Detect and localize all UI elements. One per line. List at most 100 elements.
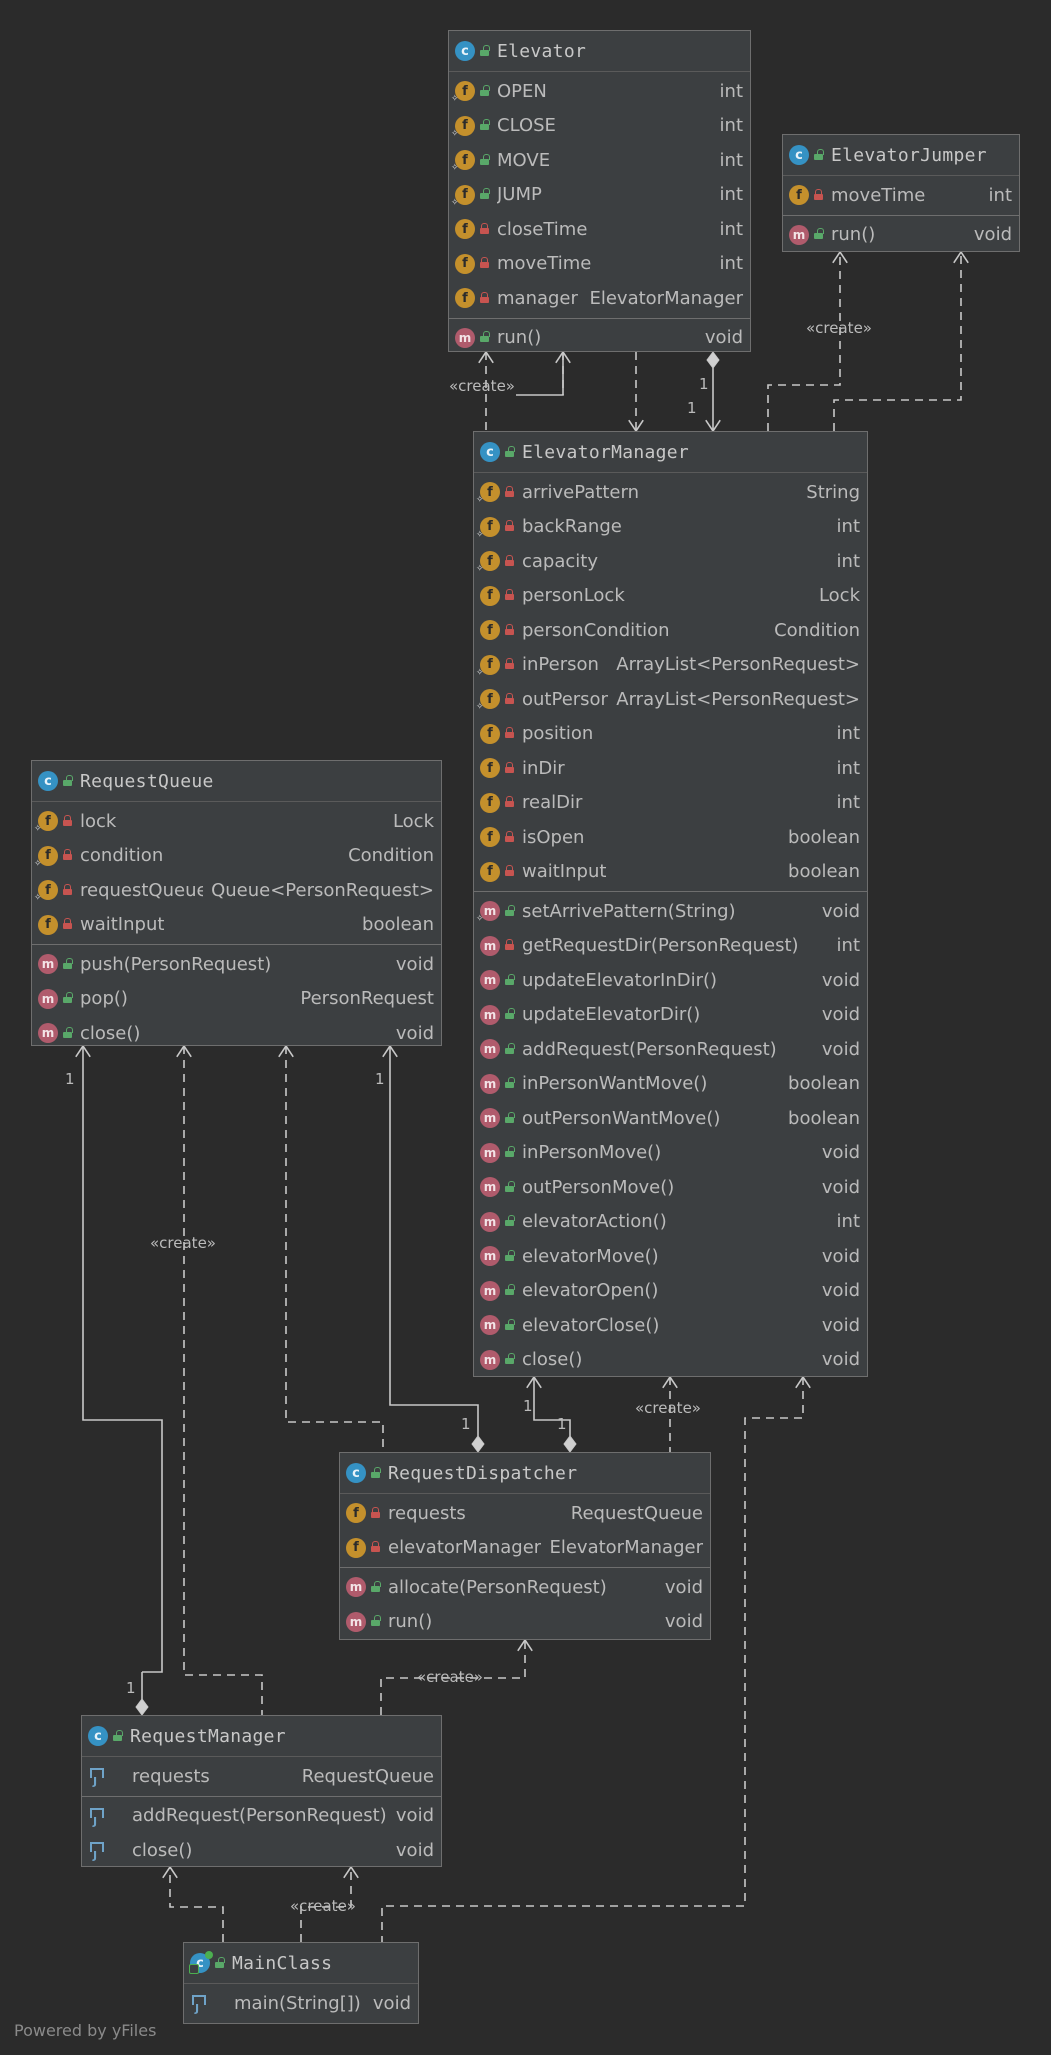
private-lock-icon (480, 257, 489, 269)
method-row[interactable]: m updateElevatorDir() void (474, 998, 867, 1033)
create-label-queue: «create» (150, 1234, 216, 1252)
method-row[interactable]: m allocate(PersonRequest) void (340, 1570, 710, 1605)
method-row[interactable]: m pop() PersonRequest (32, 982, 441, 1017)
class-main-class[interactable]: c MainClass main(String[]) void (183, 1942, 419, 2024)
field-row[interactable]: f inDir int (474, 751, 867, 786)
private-lock-icon (480, 291, 489, 303)
method-row[interactable]: m updateElevatorInDir() void (474, 963, 867, 998)
field-row[interactable]: f ✧ arrivePattern String (474, 475, 867, 510)
field-row[interactable]: f position int (474, 717, 867, 752)
field-type: ElevatorManager (589, 287, 743, 309)
method-icon: m (480, 1280, 500, 1301)
field-row[interactable]: f personCondition Condition (474, 613, 867, 648)
class-request-manager[interactable]: c RequestManager requests RequestQueue add… (81, 1715, 442, 1867)
field-name: position (522, 723, 594, 745)
class-name: RequestQueue (80, 770, 214, 792)
field-icon: f (789, 185, 809, 206)
field-row[interactable]: f ✧ backRange int (474, 510, 867, 545)
field-name: moveTime (497, 253, 592, 275)
method-icon: m (346, 1611, 366, 1632)
static-marker-icon: ✧ (34, 893, 42, 904)
field-row[interactable]: f closeTime int (449, 212, 750, 247)
method-row[interactable]: m getRequestDir(PersonRequest) int (474, 929, 867, 964)
field-row[interactable]: f ✧ JUMP int (449, 178, 750, 213)
method-row[interactable]: m run() void (340, 1605, 710, 1640)
field-row[interactable]: f moveTime int (449, 247, 750, 282)
create-label-manager: «create» (635, 1399, 701, 1417)
multiplicity-label: 1 (687, 399, 697, 417)
field-row[interactable]: f manager ElevatorManager (449, 281, 750, 316)
class-elevator[interactable]: c Elevator f ✧ OPEN int f ✧ CLOSE int f ✧ MOVE int f ✧… (448, 30, 751, 352)
method-row[interactable]: m elevatorMove() void (474, 1239, 867, 1274)
field-row[interactable]: f moveTime int (783, 178, 1019, 213)
field-type: boolean (788, 826, 860, 848)
class-request-queue[interactable]: c RequestQueue f ✧ lock Lock f ✧ condition Condi… (31, 760, 442, 1046)
method-row[interactable]: m elevatorAction() int (474, 1205, 867, 1240)
public-lock-icon (480, 119, 490, 131)
field-row[interactable]: f ✧ CLOSE int (449, 109, 750, 144)
field-row[interactable]: f ✧ capacity int (474, 544, 867, 579)
method-icon: m (38, 1023, 58, 1044)
field-type: int (719, 149, 743, 171)
multiplicity-label: 1 (65, 1070, 75, 1088)
field-row[interactable]: f elevatorManager ElevatorManager (340, 1531, 710, 1566)
field-row[interactable]: f ✧ MOVE int (449, 143, 750, 178)
field-row[interactable]: f ✧ OPEN int (449, 74, 750, 109)
field-type: boolean (788, 861, 860, 883)
class-elevator-jumper[interactable]: c ElevatorJumper f moveTime int m run() void (782, 134, 1020, 252)
static-marker-icon: ✧ (451, 94, 459, 105)
field-row[interactable]: f isOpen boolean (474, 820, 867, 855)
field-type: Condition (348, 845, 434, 867)
private-lock-icon (505, 830, 514, 842)
class-request-dispatcher[interactable]: c RequestDispatcher f requests RequestQueue… (339, 1452, 711, 1640)
field-icon: f (480, 861, 500, 882)
public-lock-icon (814, 228, 824, 240)
public-lock-icon (814, 148, 824, 160)
method-row[interactable]: m outPersonWantMove() boolean (474, 1101, 867, 1136)
field-icon: f (480, 620, 500, 641)
method-row[interactable]: m elevatorOpen() void (474, 1274, 867, 1309)
field-row[interactable]: f ✧ condition Condition (32, 839, 441, 874)
field-type: ArrayList<PersonRequest> (616, 688, 860, 710)
method-row[interactable]: m run() void (449, 321, 750, 356)
field-name: CLOSE (497, 115, 556, 137)
method-row[interactable]: m inPersonMove() void (474, 1136, 867, 1171)
method-row[interactable]: m close() void (474, 1343, 867, 1378)
field-icon: f ✧ (476, 689, 500, 712)
field-name: inPerson (522, 654, 599, 676)
field-row[interactable]: f personLock Lock (474, 579, 867, 614)
method-row[interactable]: m close() void (32, 1016, 441, 1051)
create-edge-manager-to-jumper (767, 252, 841, 431)
field-row[interactable]: f ✧ inPerson ArrayList<PersonRequest> (474, 648, 867, 683)
field-name: OPEN (497, 80, 547, 102)
field-name: personLock (522, 585, 625, 607)
public-lock-icon (63, 774, 73, 786)
field-row[interactable]: f ✧ lock Lock (32, 804, 441, 839)
method-row[interactable]: m run() void (783, 218, 1019, 253)
method-icon: m (480, 1004, 500, 1025)
field-row[interactable]: f waitInput boolean (32, 908, 441, 943)
public-lock-icon (480, 153, 490, 165)
field-row[interactable]: f ✧ requestQueue Queue<PersonRequest> (32, 873, 441, 908)
method-row[interactable]: addRequest(PersonRequest) void (82, 1799, 441, 1834)
field-row[interactable]: f waitInput boolean (474, 855, 867, 890)
method-row[interactable]: m ✧ setArrivePattern(String) void (474, 894, 867, 929)
field-row[interactable]: f requests RequestQueue (340, 1496, 710, 1531)
static-marker-icon: ✧ (476, 495, 484, 506)
field-row[interactable]: f realDir int (474, 786, 867, 821)
field-row[interactable]: requests RequestQueue (82, 1759, 441, 1794)
field-row[interactable]: f ✧ outPerson ArrayList<PersonRequest> (474, 682, 867, 717)
method-row[interactable]: m inPersonWantMove() boolean (474, 1067, 867, 1102)
field-name: manager (497, 287, 578, 309)
method-row[interactable]: m elevatorClose() void (474, 1308, 867, 1343)
return-type: void (664, 1576, 703, 1598)
class-elevator-manager[interactable]: c ElevatorManager f ✧ arrivePattern String f ✧… (473, 431, 868, 1377)
method-row[interactable]: main(String[]) void (184, 1986, 418, 2021)
field-type: int (836, 757, 860, 779)
method-row[interactable]: m push(PersonRequest) void (32, 947, 441, 982)
field-type: int (719, 115, 743, 137)
method-row[interactable]: m outPersonMove() void (474, 1170, 867, 1205)
method-name: elevatorMove() (522, 1245, 659, 1267)
method-row[interactable]: close() void (82, 1833, 441, 1868)
method-row[interactable]: m addRequest(PersonRequest) void (474, 1032, 867, 1067)
